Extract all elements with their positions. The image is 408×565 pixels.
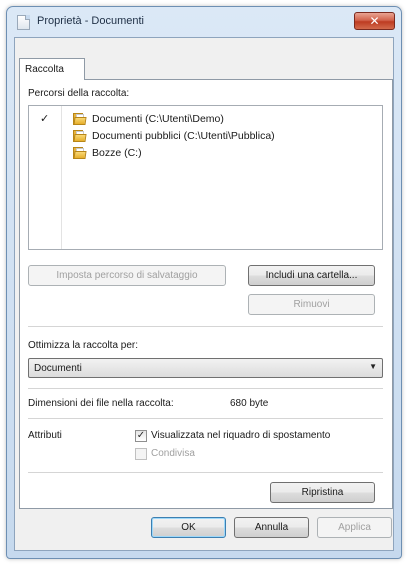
- optimize-select[interactable]: Documenti ▼: [28, 358, 383, 378]
- library-locations-label: Percorsi della raccolta:: [28, 88, 130, 99]
- tab-raccolta[interactable]: Raccolta: [19, 58, 85, 80]
- window-title: Proprietà - Documenti: [37, 15, 144, 27]
- folder-icon: [73, 147, 87, 159]
- set-save-location-button[interactable]: Imposta percorso di salvataggio: [28, 265, 226, 286]
- dialog-client-area: Raccolta Percorsi della raccolta: ✓ Docu…: [14, 37, 394, 551]
- divider: [28, 326, 383, 327]
- shared-label: Condivisa: [151, 448, 195, 459]
- size-label: Dimensioni dei file nella raccolta:: [28, 398, 174, 409]
- size-value: 680 byte: [230, 398, 269, 409]
- shared-checkbox[interactable]: [135, 448, 147, 460]
- cancel-button[interactable]: Annulla: [234, 517, 309, 538]
- folder-icon: [73, 113, 87, 125]
- divider: [28, 418, 383, 419]
- list-item[interactable]: Documenti pubblici (C:\Utenti\Pubblica): [29, 128, 379, 145]
- library-locations-list[interactable]: ✓ Documenti (C:\Utenti\Demo) Documenti p…: [28, 105, 383, 250]
- title-bar[interactable]: Proprietà - Documenti ✕: [7, 7, 401, 37]
- remove-button[interactable]: Rimuovi: [248, 294, 375, 315]
- ok-button[interactable]: OK: [151, 517, 226, 538]
- close-button[interactable]: ✕: [354, 12, 395, 30]
- folder-icon: [73, 130, 87, 142]
- optimize-label: Ottimizza la raccolta per:: [28, 340, 139, 351]
- document-icon: [17, 15, 30, 30]
- divider: [28, 472, 383, 473]
- restore-button[interactable]: Ripristina: [270, 482, 375, 503]
- include-folder-button[interactable]: Includi una cartella...: [248, 265, 375, 286]
- divider: [28, 388, 383, 389]
- optimize-selected-value: Documenti: [34, 363, 82, 374]
- chevron-down-icon: ▼: [369, 362, 377, 371]
- list-item-label: Bozze (C:): [92, 147, 142, 159]
- shown-in-nav-label: Visualizzata nel riquadro di spostamento: [151, 430, 331, 441]
- list-item[interactable]: ✓ Documenti (C:\Utenti\Demo): [29, 111, 379, 128]
- tab-panel-raccolta: Percorsi della raccolta: ✓ Documenti (C:…: [19, 79, 393, 509]
- list-item-label: Documenti (C:\Utenti\Demo): [92, 113, 224, 125]
- properties-dialog: Proprietà - Documenti ✕ Raccolta Percors…: [6, 6, 402, 559]
- list-item[interactable]: Bozze (C:): [29, 145, 379, 162]
- apply-button[interactable]: Applica: [317, 517, 392, 538]
- default-location-check-icon: ✓: [40, 113, 50, 125]
- list-item-label: Documenti pubblici (C:\Utenti\Pubblica): [92, 130, 275, 142]
- attributes-label: Attributi: [28, 430, 62, 441]
- shown-in-nav-checkbox[interactable]: ✓: [135, 430, 147, 442]
